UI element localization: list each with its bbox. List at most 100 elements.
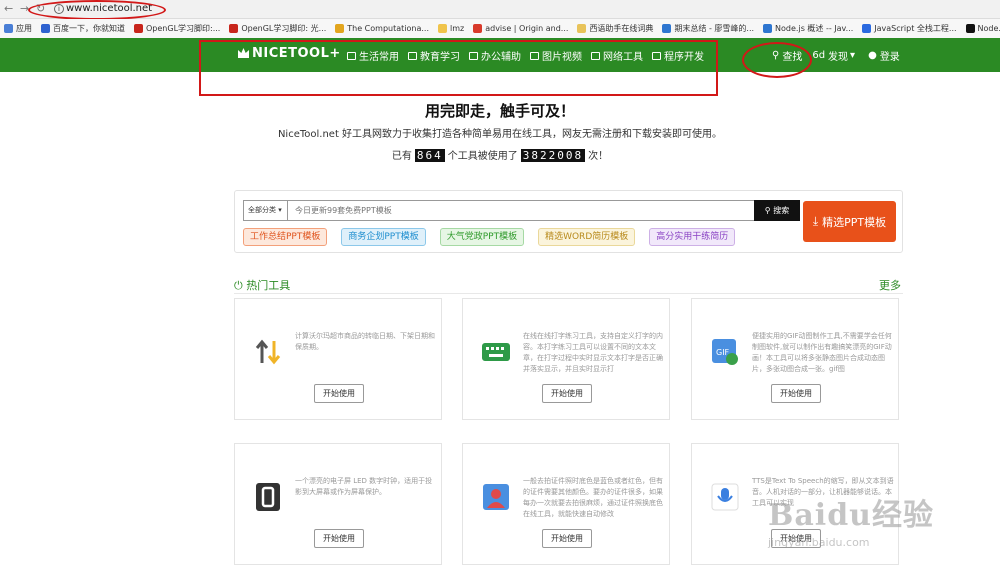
back-icon[interactable]: ←	[4, 2, 13, 15]
login-link[interactable]: ● 登录	[868, 48, 900, 63]
bookmark-icon	[134, 24, 143, 33]
search-panel: 全部分类 ▾ ⚲ 搜索 ⤓精选PPT模板 工作总结PPT模板商务企划PPT模板大…	[234, 190, 903, 253]
gif-icon: GIF	[710, 337, 740, 367]
template-tag[interactable]: 精选WORD简历模板	[538, 228, 636, 246]
tool-card: GIF 便捷实用的GIF动图制作工具,不需要学会任何制图软件,就可以制作出有趣搞笑…	[691, 298, 899, 420]
tool-card: 在线在线打字练习工具，支持自定义打字的内容。本打字练习工具可以设置不同的文本文章…	[462, 298, 670, 420]
bookmark-item[interactable]: lmz	[438, 24, 464, 33]
download-icon: ⤓	[812, 214, 819, 228]
category-select[interactable]: 全部分类 ▾	[243, 200, 287, 221]
bookmark-label: 百度一下，你就知道	[53, 24, 125, 33]
bookmark-item[interactable]: Node.js快速入门 - ...	[965, 23, 1000, 34]
bookmark-icon	[473, 24, 483, 33]
bookmark-label: The Computationa...	[347, 24, 429, 33]
uses-count: 3822008	[520, 149, 586, 162]
tool-card: 一个漂亮的电子屏 LED 数字时钟，适用于投影到大屏幕或作为屏幕保护。开始使用	[234, 443, 442, 565]
bookmark-icon	[4, 24, 13, 33]
bookmark-label: 应用	[16, 24, 32, 33]
bookmark-item[interactable]: 百度一下，你就知道	[41, 23, 125, 34]
watermark-main: Baidu经验	[768, 498, 934, 533]
start-use-button[interactable]: 开始使用	[314, 529, 364, 548]
template-tag[interactable]: 商务企划PPT模板	[341, 228, 426, 246]
tool-card-desc: 一个漂亮的电子屏 LED 数字时钟，适用于投影到大屏幕或作为屏幕保护。	[295, 477, 433, 496]
chevron-down-icon: ▾	[850, 50, 856, 61]
tool-card-desc: 便捷实用的GIF动图制作工具,不需要学会任何制图软件,就可以制作出有趣搞笑漂亮的…	[752, 332, 892, 373]
bookmark-icon	[862, 24, 872, 33]
arrows-icon	[253, 337, 283, 367]
template-tag[interactable]: 高分实用干练简历	[649, 228, 736, 246]
id-photo-icon	[481, 482, 511, 512]
bookmark-icon	[335, 24, 345, 33]
bookmark-item[interactable]: Node.js 概述 -- Jav...	[763, 23, 853, 34]
bookmark-icon	[229, 24, 239, 33]
discover-label: 发现	[828, 52, 849, 63]
bookmark-item[interactable]: 期末总结 - 廖雪峰的...	[662, 23, 754, 34]
search-button[interactable]: ⚲ 搜索	[754, 200, 800, 221]
tool-card-desc: 一般去拍证件照时底色是蓝色或者红色，但有的证件需要其他颜色。要办的证件很多，如果…	[523, 477, 663, 518]
template-tag[interactable]: 大气党政PPT模板	[439, 228, 525, 246]
bookmarks-bar: 应用 百度一下，你就知道 OpenGL学习脚印:... OpenGL学习脚印: 光..…	[0, 19, 1000, 39]
search-annotation-circle	[742, 42, 812, 78]
address-bar: ← → ↻ i www.nicetool.net	[0, 0, 1000, 20]
bookmark-item[interactable]: JavaScript 全栈工程...	[862, 23, 957, 34]
template-tag[interactable]: 工作总结PPT模板	[243, 228, 328, 246]
tool-card: 计算沃尔玛超市商品的转临日期、下架日期和保质期。开始使用	[234, 298, 442, 420]
bookmark-item[interactable]: The Computationa...	[335, 24, 429, 33]
chat-icon: ●	[868, 50, 877, 61]
clock-icon: ⏻	[234, 279, 243, 292]
hot-tools-title: ⏻ 热门工具	[234, 277, 290, 293]
hero-subtitle: NiceTool.net 好工具网致力于收集打造各种简单易用在线工具，网友无需注…	[277, 129, 723, 140]
count-mid: 个工具被使用了	[447, 151, 518, 162]
bookmark-item[interactable]: advise | Origin and...	[473, 24, 568, 33]
bookmark-icon	[438, 24, 447, 33]
template-tags: 工作总结PPT模板 商务企划PPT模板 大气党政PPT模板 精选WORD简历模板 高分实…	[243, 228, 749, 246]
bookmark-label: JavaScript 全栈工程...	[874, 24, 957, 33]
url-field[interactable]: i www.nicetool.net	[52, 2, 992, 17]
bookmark-icon	[577, 24, 587, 33]
bookmark-label: Node.js快速入门 - ...	[977, 24, 1000, 33]
count-suffix: 次！	[588, 151, 609, 162]
bookmark-label: lmz	[450, 24, 465, 33]
tools-count: 864	[414, 149, 445, 162]
bookmark-label: OpenGL学习脚印: 光...	[241, 24, 327, 33]
bookmark-label: OpenGL学习脚印:...	[146, 24, 221, 33]
bookmark-item[interactable]: OpenGL学习脚印:...	[134, 23, 220, 34]
led-clock-icon	[253, 482, 283, 512]
watermark-url: jingyan.baidu.com	[768, 536, 870, 549]
ppt-promo-button[interactable]: ⤓ 精选PPT模板	[803, 201, 896, 242]
page: ← → ↻ i www.nicetool.net 应用 百度一下，你就知道 Open…	[0, 0, 1000, 578]
search-button-label: 搜索	[773, 206, 790, 215]
count-prefix: 已有	[391, 151, 412, 162]
tool-card-desc: 在线在线打字练习工具，支持自定义打字的内容。本打字练习工具可以设置不同的文本文章…	[523, 332, 663, 373]
bookmark-item[interactable]: OpenGL学习脚印: 光...	[229, 23, 326, 34]
url-annotation-circle	[28, 0, 166, 20]
bookmark-item[interactable]: 西语助手在线词典	[577, 23, 653, 34]
hot-tools-label: 热门工具	[246, 279, 291, 292]
bookmark-icon	[763, 24, 773, 33]
more-link[interactable]: 更多	[879, 277, 901, 293]
discover-menu[interactable]: 6d 发现 ▾	[812, 48, 858, 63]
bookmark-label: Node.js 概述 -- Jav...	[775, 24, 854, 33]
hero-title: 用完即走，触手可及！	[424, 102, 575, 120]
start-use-button[interactable]: 开始使用	[542, 529, 592, 548]
keyboard-icon	[481, 337, 511, 367]
bookmark-icon	[41, 24, 50, 33]
divider	[234, 293, 903, 294]
tool-card-desc: 计算沃尔玛超市商品的转临日期、下架日期和保质期。	[295, 332, 435, 351]
start-use-button[interactable]: 开始使用	[771, 384, 821, 403]
search-input[interactable]	[287, 200, 755, 221]
tool-card: 一般去拍证件照时底色是蓝色或者红色，但有的证件需要其他颜色。要办的证件很多，如果…	[462, 443, 670, 565]
usage-counter: 已有 864 个工具被使用了 3822008 次！	[0, 147, 1000, 162]
ppt-promo-label: 精选PPT模板	[822, 215, 887, 229]
start-use-button[interactable]: 开始使用	[542, 384, 592, 403]
bookmark-item[interactable]: 应用	[4, 23, 32, 34]
bookmark-icon	[965, 24, 975, 33]
baidu-watermark: Baidu经验 jingyan.baidu.com	[768, 490, 958, 560]
bookmark-icon	[662, 24, 672, 33]
microphone-icon	[710, 482, 740, 512]
bookmark-label: 西语助手在线词典	[589, 24, 654, 33]
category-select-label: 全部分类	[248, 206, 276, 214]
menu-annotation-box	[199, 40, 718, 96]
discover-icon: 6d	[812, 50, 826, 61]
start-use-button[interactable]: 开始使用	[314, 384, 364, 403]
